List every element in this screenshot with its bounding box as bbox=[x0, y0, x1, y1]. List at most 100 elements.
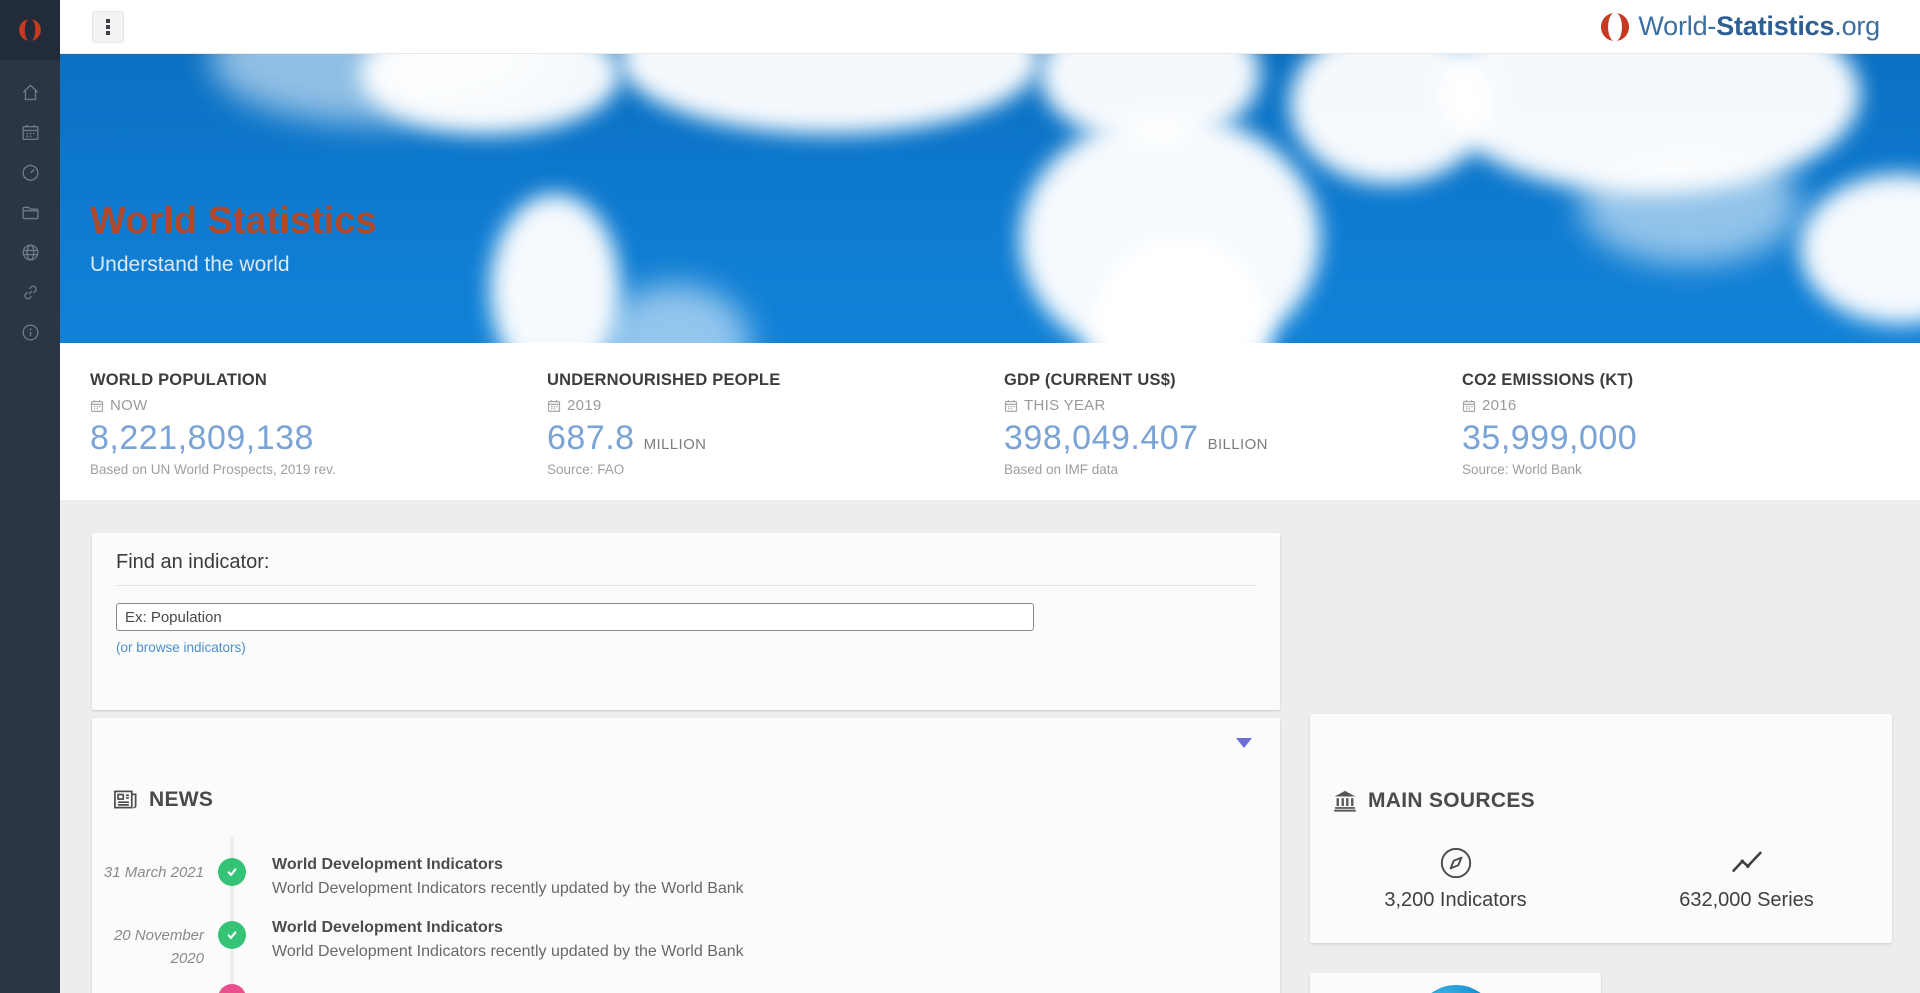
calendar-icon bbox=[1462, 399, 1476, 413]
stat-period-label: 2019 bbox=[567, 397, 602, 414]
hero-banner: World Statistics Understand the world bbox=[60, 54, 1920, 343]
brand-logo[interactable]: World-Statistics.org bbox=[1600, 11, 1880, 42]
collapse-triangle-icon[interactable] bbox=[1236, 738, 1252, 748]
stat-number: 398,049.407 bbox=[1004, 419, 1199, 458]
stat-gdp: GDP (CURRENT US$) THIS YEAR 398,049.407 B… bbox=[1004, 371, 1434, 477]
calendar-icon bbox=[20, 122, 41, 143]
divider bbox=[116, 585, 1256, 586]
news-card: NEWS 31 March 2021 World Development Ind… bbox=[92, 718, 1280, 993]
globe-image bbox=[1414, 985, 1498, 993]
folder-icon bbox=[20, 202, 41, 223]
check-badge bbox=[218, 858, 246, 886]
hero-text: World Statistics Understand the world bbox=[90, 200, 376, 277]
calendar-icon bbox=[547, 399, 561, 413]
info-icon bbox=[20, 322, 41, 343]
stat-value: 687.8 MILLION bbox=[547, 419, 977, 458]
sidebar bbox=[0, 0, 60, 993]
page-title: World Statistics bbox=[90, 200, 376, 243]
check-icon bbox=[225, 865, 239, 879]
main-sources-title: MAIN SOURCES bbox=[1368, 789, 1535, 813]
stat-unit: MILLION bbox=[644, 436, 707, 453]
browse-indicators-link[interactable]: (or browse indicators) bbox=[116, 640, 246, 655]
stat-source: Based on UN World Prospects, 2019 rev. bbox=[90, 462, 520, 477]
newspaper-icon bbox=[112, 786, 139, 813]
stat-period-label: THIS YEAR bbox=[1024, 397, 1106, 414]
series-count-label: 632,000 Series bbox=[1679, 889, 1814, 912]
news-item-body: World Development Indicators World Devel… bbox=[272, 856, 744, 898]
stat-value: 8,221,809,138 bbox=[90, 419, 520, 458]
globe-card bbox=[1310, 973, 1601, 993]
check-badge bbox=[218, 921, 246, 949]
globe-icon bbox=[20, 242, 41, 263]
sidebar-item-links[interactable] bbox=[0, 272, 60, 312]
news-item-date: 31 March 2021 bbox=[92, 862, 204, 885]
find-indicator-title: Find an indicator: bbox=[116, 551, 1256, 574]
news-item-title: World Development Indicators bbox=[272, 856, 744, 874]
sidebar-item-globe[interactable] bbox=[0, 232, 60, 272]
news-item-description: World Development Indicators recently up… bbox=[272, 943, 744, 961]
series-count[interactable]: 632,000 Series bbox=[1601, 846, 1892, 912]
news-item-date: 20 November 2020 bbox=[92, 925, 204, 970]
news-title: NEWS bbox=[149, 788, 213, 812]
cloud-shape bbox=[490, 194, 620, 343]
topbar: World-Statistics.org bbox=[60, 0, 1920, 54]
brand-text-bold: Statistics bbox=[1716, 11, 1834, 41]
brand-o-icon bbox=[1600, 12, 1630, 42]
cloud-shape bbox=[620, 54, 1040, 134]
news-item-description: World Development Indicators recently up… bbox=[272, 880, 744, 898]
compass-icon bbox=[1439, 846, 1473, 880]
stat-period-label: NOW bbox=[110, 397, 148, 414]
event-badge bbox=[218, 984, 246, 993]
stat-title: WORLD POPULATION bbox=[90, 371, 520, 390]
indicators-count-label: 3,200 Indicators bbox=[1384, 889, 1526, 912]
stat-period: 2016 bbox=[1462, 397, 1892, 414]
sidebar-item-home[interactable] bbox=[0, 72, 60, 112]
sidebar-item-folder[interactable] bbox=[0, 192, 60, 232]
calendar-icon bbox=[1004, 399, 1018, 413]
news-header: NEWS bbox=[112, 786, 213, 813]
sidebar-nav bbox=[0, 72, 60, 352]
indicator-search-input[interactable] bbox=[116, 603, 1034, 631]
dashboard-icon bbox=[20, 162, 41, 183]
news-item-body: World Development Indicators World Devel… bbox=[272, 919, 744, 961]
stat-co2: CO2 EMISSIONS (KT) 2016 35,999,000 Sourc… bbox=[1462, 371, 1892, 477]
cloud-shape bbox=[600, 284, 750, 343]
stat-title: GDP (CURRENT US$) bbox=[1004, 371, 1434, 390]
news-item[interactable] bbox=[92, 982, 1192, 993]
stat-title: UNDERNOURISHED PEOPLE bbox=[547, 371, 977, 390]
sidebar-item-dashboard[interactable] bbox=[0, 152, 60, 192]
bank-icon bbox=[1332, 788, 1358, 814]
news-item[interactable]: 20 November 2020 World Development Indic… bbox=[92, 919, 1192, 979]
stat-unit: BILLION bbox=[1208, 436, 1268, 453]
menu-button[interactable] bbox=[92, 11, 124, 43]
page-subtitle: Understand the world bbox=[90, 253, 376, 277]
brand-text-suffix: .org bbox=[1834, 11, 1880, 41]
check-icon bbox=[225, 928, 239, 942]
stat-world-population: WORLD POPULATION NOW 8,221,809,138 Based… bbox=[90, 371, 520, 477]
sources-row: 3,200 Indicators 632,000 Series bbox=[1310, 846, 1892, 912]
cloud-shape bbox=[1800, 174, 1920, 324]
indicators-count[interactable]: 3,200 Indicators bbox=[1310, 846, 1601, 912]
kebab-vertical-icon bbox=[106, 19, 110, 35]
link-icon bbox=[20, 282, 41, 303]
stat-period: 2019 bbox=[547, 397, 977, 414]
calendar-icon bbox=[90, 399, 104, 413]
sidebar-logo[interactable] bbox=[0, 0, 60, 60]
main-sources-header: MAIN SOURCES bbox=[1332, 788, 1535, 814]
sidebar-item-about[interactable] bbox=[0, 312, 60, 352]
stat-source: Source: FAO bbox=[547, 462, 977, 477]
trend-line-icon bbox=[1730, 846, 1764, 880]
find-indicator-card: Find an indicator: (or browse indicators… bbox=[92, 533, 1280, 710]
stat-source: Source: World Bank bbox=[1462, 462, 1892, 477]
news-item[interactable]: 31 March 2021 World Development Indicato… bbox=[92, 856, 1192, 916]
home-icon bbox=[20, 82, 41, 103]
stat-number: 687.8 bbox=[547, 419, 635, 458]
main-sources-card: MAIN SOURCES 3,200 Indicators 632,000 Se… bbox=[1310, 714, 1892, 943]
stat-value: 398,049.407 BILLION bbox=[1004, 419, 1434, 458]
stat-period: NOW bbox=[90, 397, 520, 414]
sidebar-item-data[interactable] bbox=[0, 112, 60, 152]
stat-value: 35,999,000 bbox=[1462, 419, 1892, 458]
stats-row: WORLD POPULATION NOW 8,221,809,138 Based… bbox=[60, 343, 1920, 500]
brand-text: World-Statistics.org bbox=[1638, 11, 1880, 42]
stat-undernourished: UNDERNOURISHED PEOPLE 2019 687.8MILLION … bbox=[547, 371, 977, 477]
